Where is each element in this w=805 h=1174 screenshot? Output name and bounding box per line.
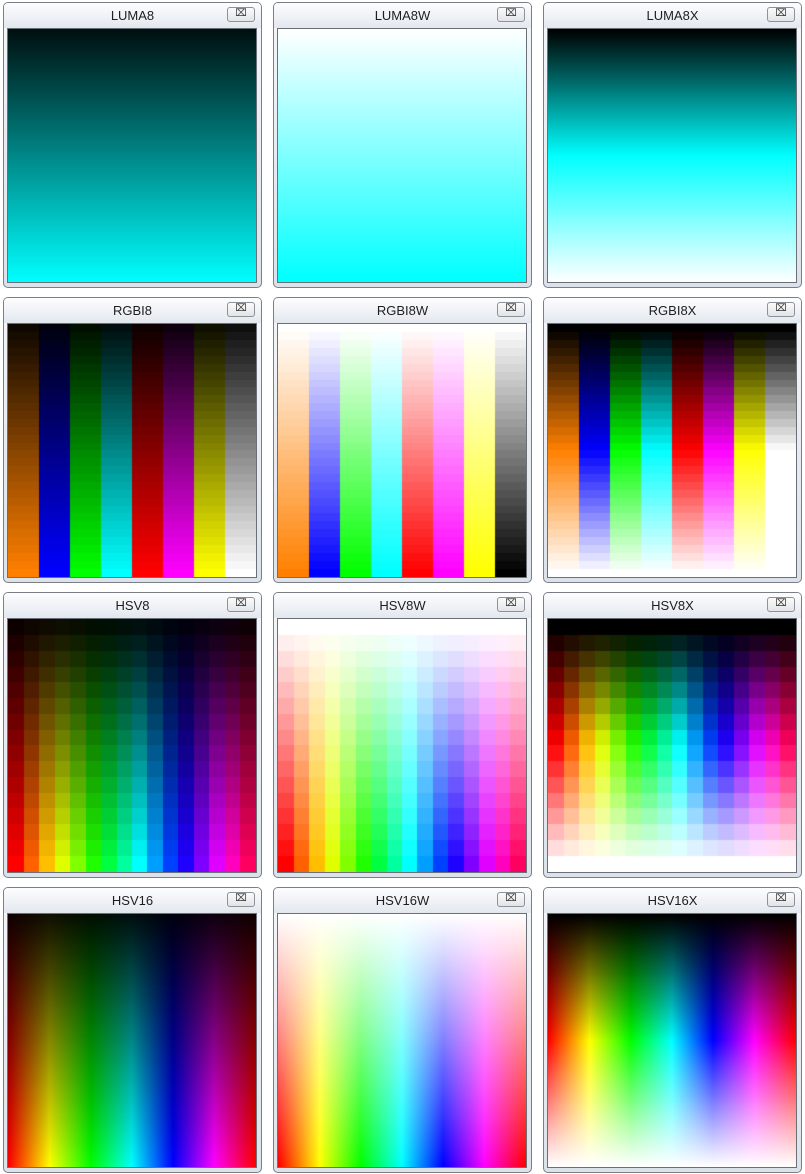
close-icon: ⌧	[505, 303, 517, 314]
palette-gradient	[8, 29, 256, 282]
palette-canvas-area	[7, 28, 257, 283]
window-title: HSV8W	[379, 598, 426, 613]
title-bar[interactable]: RGBI8 ⌧	[4, 298, 261, 323]
window-title: HSV16W	[375, 893, 430, 908]
close-icon: ⌧	[235, 8, 247, 19]
window-title: RGBI8	[112, 303, 152, 318]
title-bar[interactable]: LUMA8W ⌧	[274, 3, 531, 28]
window-title: HSV16X	[647, 893, 698, 908]
window-title: HSV8	[115, 598, 150, 613]
palette-gradient	[8, 619, 256, 872]
close-button[interactable]: ⌧	[767, 7, 795, 22]
close-button[interactable]: ⌧	[227, 597, 255, 612]
close-button[interactable]: ⌧	[767, 892, 795, 907]
title-bar[interactable]: HSV16W ⌧	[274, 888, 531, 913]
close-icon: ⌧	[775, 893, 787, 904]
palette-gradient	[278, 29, 526, 282]
window-title: LUMA8X	[646, 8, 699, 23]
palette-window-hsv16w[interactable]: HSV16W ⌧	[273, 887, 532, 1173]
close-icon: ⌧	[775, 303, 787, 314]
palette-window-hsv8w[interactable]: HSV8W ⌧	[273, 592, 532, 878]
close-button[interactable]: ⌧	[497, 7, 525, 22]
palette-canvas-area	[277, 323, 527, 578]
close-icon: ⌧	[235, 598, 247, 609]
palette-gradient	[548, 29, 796, 282]
palette-canvas-area	[547, 913, 797, 1168]
close-button[interactable]: ⌧	[497, 597, 525, 612]
palette-canvas-area	[277, 913, 527, 1168]
palette-canvas-area	[547, 28, 797, 283]
close-icon: ⌧	[505, 598, 517, 609]
palette-gradient	[8, 324, 256, 577]
palette-window-hsv8[interactable]: HSV8 ⌧	[3, 592, 262, 878]
palette-gradient	[548, 619, 796, 872]
close-icon: ⌧	[775, 8, 787, 19]
close-button[interactable]: ⌧	[497, 302, 525, 317]
title-bar[interactable]: LUMA8 ⌧	[4, 3, 261, 28]
close-button[interactable]: ⌧	[227, 302, 255, 317]
palette-window-luma8[interactable]: LUMA8 ⌧	[3, 2, 262, 288]
palette-window-luma8w[interactable]: LUMA8W ⌧	[273, 2, 532, 288]
palette-gradient	[278, 619, 526, 872]
window-title: HSV16	[111, 893, 154, 908]
title-bar[interactable]: HSV16X ⌧	[544, 888, 801, 913]
palette-canvas-area	[547, 323, 797, 578]
palette-gradient	[548, 914, 796, 1167]
close-button[interactable]: ⌧	[227, 7, 255, 22]
palette-gradient	[278, 324, 526, 577]
palette-window-luma8x[interactable]: LUMA8X ⌧	[543, 2, 802, 288]
palette-canvas-area	[277, 618, 527, 873]
close-icon: ⌧	[505, 8, 517, 19]
close-button[interactable]: ⌧	[767, 302, 795, 317]
close-button[interactable]: ⌧	[227, 892, 255, 907]
palette-gradient	[8, 914, 256, 1167]
close-button[interactable]: ⌧	[497, 892, 525, 907]
palette-canvas-area	[547, 618, 797, 873]
close-icon: ⌧	[235, 303, 247, 314]
palette-window-rgbi8w[interactable]: RGBI8W ⌧	[273, 297, 532, 583]
palette-gradient	[548, 324, 796, 577]
palette-window-hsv16x[interactable]: HSV16X ⌧	[543, 887, 802, 1173]
palette-canvas-area	[7, 618, 257, 873]
title-bar[interactable]: RGBI8X ⌧	[544, 298, 801, 323]
window-title: LUMA8W	[374, 8, 431, 23]
palette-canvas-area	[277, 28, 527, 283]
window-title: RGBI8X	[648, 303, 697, 318]
close-icon: ⌧	[505, 893, 517, 904]
title-bar[interactable]: HSV8W ⌧	[274, 593, 531, 618]
palette-window-rgbi8[interactable]: RGBI8 ⌧	[3, 297, 262, 583]
palette-window-hsv8x[interactable]: HSV8X ⌧	[543, 592, 802, 878]
palette-gradient	[278, 914, 526, 1167]
title-bar[interactable]: HSV16 ⌧	[4, 888, 261, 913]
close-icon: ⌧	[235, 893, 247, 904]
palette-canvas-area	[7, 323, 257, 578]
palette-window-hsv16[interactable]: HSV16 ⌧	[3, 887, 262, 1173]
title-bar[interactable]: LUMA8X ⌧	[544, 3, 801, 28]
close-icon: ⌧	[775, 598, 787, 609]
palette-canvas-area	[7, 913, 257, 1168]
title-bar[interactable]: HSV8X ⌧	[544, 593, 801, 618]
window-title: LUMA8	[110, 8, 155, 23]
palette-window-rgbi8x[interactable]: RGBI8X ⌧	[543, 297, 802, 583]
title-bar[interactable]: HSV8 ⌧	[4, 593, 261, 618]
window-title: HSV8X	[651, 598, 694, 613]
window-title: RGBI8W	[376, 303, 429, 318]
title-bar[interactable]: RGBI8W ⌧	[274, 298, 531, 323]
close-button[interactable]: ⌧	[767, 597, 795, 612]
